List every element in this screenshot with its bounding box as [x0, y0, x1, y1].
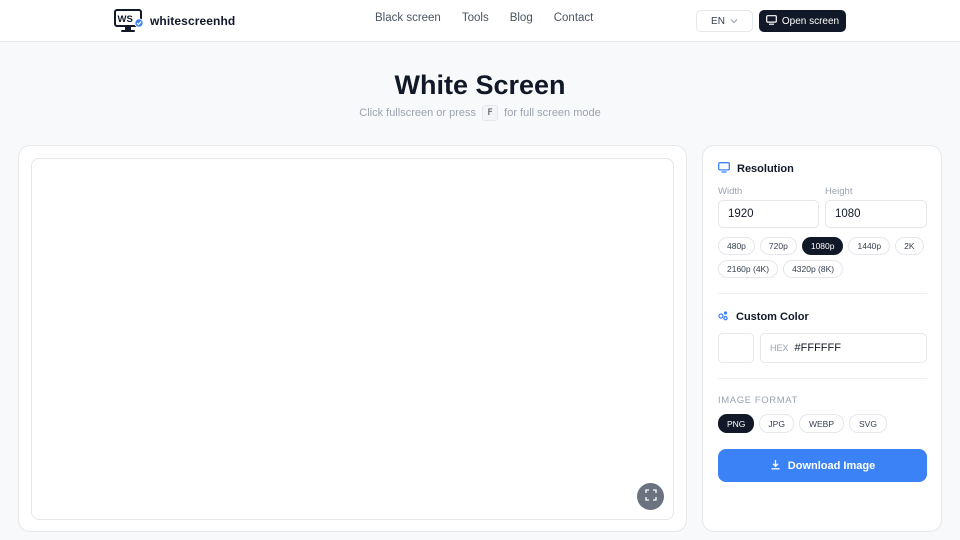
resolution-title: Resolution	[737, 163, 794, 175]
expand-icon	[644, 488, 657, 506]
resolution-presets: 480p 720p 1080p 1440p 2K 2160p (4K) 4320…	[718, 237, 933, 278]
download-image-button[interactable]: Download Image	[718, 449, 927, 482]
divider	[718, 378, 927, 379]
width-value: 1920	[728, 208, 754, 220]
page-title: White Screen	[394, 70, 566, 100]
color-swatch[interactable]	[718, 333, 754, 363]
fullscreen-button[interactable]	[637, 483, 664, 510]
subtitle-text-before: Click fullscreen or press	[359, 106, 477, 119]
monitor-logo-icon: WS	[114, 9, 144, 33]
language-value: EN	[711, 15, 725, 27]
preset-chip-1080p[interactable]: 1080p	[801, 237, 844, 255]
format-chip-webp[interactable]: WEBP	[798, 414, 844, 433]
height-label: Height	[825, 186, 853, 197]
width-label: Width	[718, 186, 743, 197]
white-screen-preview[interactable]	[31, 158, 674, 520]
monitor-icon	[718, 162, 730, 176]
chevron-down-icon	[730, 17, 738, 26]
download-icon	[770, 459, 781, 473]
nav-link-tools[interactable]: Tools	[462, 12, 489, 24]
height-value: 1080	[835, 208, 861, 220]
subtitle-text-after: for full screen mode	[504, 106, 601, 119]
brand-name: whitescreenhd	[150, 14, 236, 28]
preset-chip-8k[interactable]: 4320p (8K)	[783, 260, 844, 278]
format-chip-jpg[interactable]: JPG	[759, 414, 794, 433]
site-header: WS whitescreenhd Black screen Tools Blog…	[0, 0, 960, 42]
nav-link-contact[interactable]: Contact	[554, 12, 594, 24]
height-input[interactable]: 1080	[825, 200, 927, 228]
custom-color-title: Custom Color	[736, 311, 809, 323]
resolution-heading: Resolution	[718, 162, 794, 176]
preset-chip-2k[interactable]: 2K	[895, 237, 924, 255]
preset-chip-480p[interactable]: 480p	[718, 237, 755, 255]
hex-input[interactable]: HEX #FFFFFF	[760, 333, 927, 363]
width-input[interactable]: 1920	[718, 200, 819, 228]
settings-panel: Resolution Width 1920 Height 1080 480p 7…	[702, 145, 942, 532]
hex-prefix: HEX	[770, 343, 789, 353]
keyboard-key-f: F	[482, 105, 499, 121]
format-chip-svg[interactable]: SVG	[848, 414, 887, 433]
preset-chip-4k[interactable]: 2160p (4K)	[718, 260, 779, 278]
preview-panel	[18, 145, 687, 532]
divider	[718, 293, 927, 294]
nav-link-black-screen[interactable]: Black screen	[375, 12, 441, 24]
language-select[interactable]: EN	[696, 10, 753, 32]
image-format-label: IMAGE FORMAT	[718, 395, 798, 406]
hex-value: #FFFFFF	[794, 342, 841, 354]
preset-chip-1440p[interactable]: 1440p	[848, 237, 891, 255]
preset-chip-720p[interactable]: 720p	[759, 237, 797, 255]
palette-icon	[718, 310, 729, 324]
brand-mark-text: WS	[118, 14, 133, 25]
monitor-icon	[765, 14, 777, 28]
page-subtitle: Click fullscreen or press F for full scr…	[0, 105, 960, 121]
main-nav: Black screen Tools Blog Contact	[375, 12, 593, 24]
custom-color-heading: Custom Color	[718, 310, 809, 324]
image-format-options: PNG JPG WEBP SVG	[718, 414, 933, 433]
brand-logo-link[interactable]: WS whitescreenhd	[114, 9, 235, 33]
open-screen-button[interactable]: Open screen	[759, 10, 846, 32]
open-screen-label: Open screen	[781, 15, 840, 27]
nav-link-blog[interactable]: Blog	[510, 12, 533, 24]
download-label: Download Image	[787, 459, 876, 472]
format-chip-png[interactable]: PNG	[718, 414, 755, 433]
